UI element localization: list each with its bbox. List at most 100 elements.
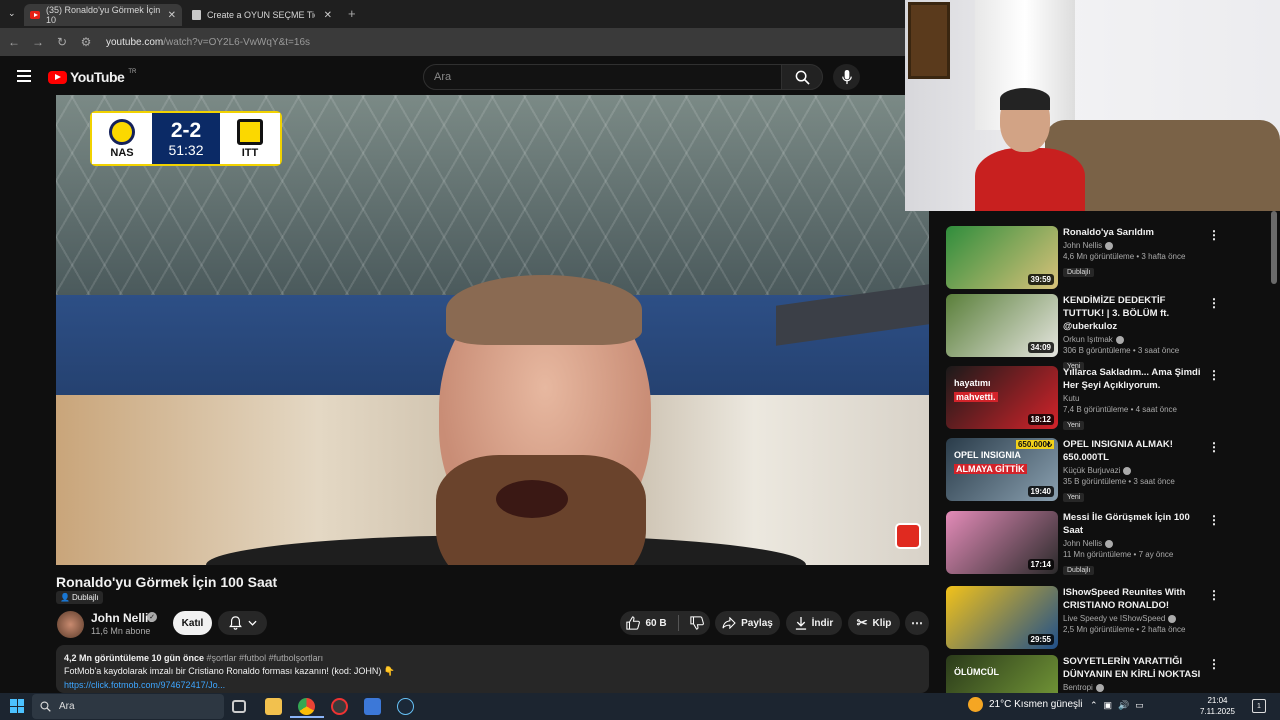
taskbar-clock[interactable]: 21:04 7.11.2025: [1200, 695, 1235, 717]
video-title: Ronaldo'yu Görmek İçin 100 Saat: [56, 574, 278, 590]
video-channel[interactable]: Bentropi: [1063, 683, 1203, 692]
video-channel[interactable]: Kutu: [1063, 394, 1203, 403]
clip-button[interactable]: ✂ Klip: [848, 611, 900, 635]
share-button[interactable]: Paylaş: [715, 611, 780, 635]
channel-watermark-icon[interactable]: [895, 523, 921, 549]
video-badge: Dublajlı: [1063, 268, 1095, 277]
network-icon[interactable]: ▣: [1104, 700, 1113, 711]
video-title[interactable]: Yıllarca Sakladım... Ama Şimdi Her Şeyi …: [1063, 366, 1203, 392]
like-button[interactable]: 60 B: [626, 616, 667, 630]
weather-text: 21°C Kısmen güneşli: [989, 699, 1083, 710]
video-description[interactable]: 4,2 Mn görüntüleme 10 gün önce #şortlar …: [56, 645, 929, 693]
bell-icon: [228, 616, 242, 630]
recommended-video[interactable]: 39:59 Ronaldo'ya Sarıldım John Nellis 4,6 M…: [946, 226, 1270, 290]
video-channel[interactable]: Küçük Burjuvazi: [1063, 466, 1203, 475]
active-app-indicator: [290, 716, 324, 718]
recommended-video[interactable]: OPEL INSIGNIA ALMAYA GİTTİK 650.000₺ 19:40 O…: [946, 438, 1270, 502]
video-thumbnail[interactable]: ÖLÜMCÜL: [946, 655, 1058, 693]
subscribe-bell-button[interactable]: [218, 611, 267, 635]
video-thumbnail[interactable]: 34:09: [946, 294, 1058, 357]
recommended-video[interactable]: 29:55 IShowSpeed Reunites With CRISTIANO …: [946, 586, 1270, 650]
battery-icon[interactable]: ▭: [1135, 700, 1144, 711]
more-vertical-icon[interactable]: ⋮: [1208, 588, 1220, 602]
weather-widget[interactable]: 21°C Kısmen güneşli: [968, 697, 1083, 712]
hamburger-menu-icon[interactable]: [17, 70, 31, 82]
video-thumbnail[interactable]: 39:59: [946, 226, 1058, 289]
close-tab-icon[interactable]: ✕: [168, 10, 176, 21]
more-vertical-icon[interactable]: ⋮: [1208, 368, 1220, 382]
verified-icon: [1168, 614, 1177, 623]
search-input[interactable]: Ara: [423, 64, 782, 90]
browser-tab-youtube[interactable]: (35) Ronaldo'yu Görmek İçin 10 ✕: [24, 4, 182, 26]
video-meta: 35 B görüntüleme • 3 saat önce: [1063, 477, 1175, 486]
channel-avatar[interactable]: [57, 611, 84, 638]
back-icon[interactable]: ←: [2, 35, 26, 49]
nas-crest-icon: [109, 118, 135, 145]
download-button[interactable]: İndir: [786, 611, 842, 635]
video-thumbnail[interactable]: OPEL INSIGNIA ALMAYA GİTTİK 650.000₺ 19:40: [946, 438, 1058, 501]
thumbnail-text: hayatımı: [954, 378, 991, 388]
thumbs-down-icon[interactable]: [689, 616, 704, 630]
new-tab-icon[interactable]: +: [348, 6, 356, 21]
video-thumbnail[interactable]: 29:55: [946, 586, 1058, 649]
task-view-icon[interactable]: [232, 700, 246, 713]
recommended-video[interactable]: ÖLÜMCÜL SOVYETLERİN YARATTIĞI DÜNYANIN EN…: [946, 655, 1270, 693]
youtube-logo[interactable]: YouTube TR: [48, 69, 136, 85]
more-vertical-icon[interactable]: ⋮: [1208, 657, 1220, 671]
channel-name[interactable]: John Nellis: [91, 611, 155, 625]
file-explorer-icon[interactable]: [265, 698, 282, 715]
close-tab-icon[interactable]: ✕: [324, 10, 332, 21]
more-vertical-icon[interactable]: ⋮: [1208, 296, 1220, 310]
video-title[interactable]: Messi İle Görüşmek İçin 100 Saat: [1063, 511, 1203, 537]
video-channel[interactable]: Orkun Işıtmak: [1063, 335, 1203, 344]
notification-icon[interactable]: 1: [1252, 699, 1266, 713]
browser-tab-tierlist[interactable]: Create a OYUN SEÇME Tier List ✕: [186, 4, 338, 26]
app-window-icon[interactable]: [364, 698, 381, 715]
video-player[interactable]: NAS 2-2 51:32 ITT: [56, 95, 929, 565]
chevron-up-icon[interactable]: ⌃: [1090, 700, 1098, 711]
description-link[interactable]: https://click.fotmob.com/974672417/Jo...: [64, 680, 921, 690]
voice-search-button[interactable]: [833, 64, 860, 90]
search-button[interactable]: [781, 64, 823, 90]
verified-icon: ✓: [147, 612, 157, 622]
recommended-video[interactable]: 17:14 Messi İle Görüşmek İçin 100 Saat Joh…: [946, 511, 1270, 575]
more-vertical-icon[interactable]: ⋮: [1208, 440, 1220, 454]
more-vertical-icon[interactable]: ⋮: [1208, 513, 1220, 527]
away-team: ITT: [220, 113, 280, 164]
forward-icon[interactable]: →: [26, 35, 50, 49]
taskbar-search[interactable]: Ara: [32, 694, 224, 719]
video-thumbnail[interactable]: 17:14: [946, 511, 1058, 574]
video-title[interactable]: Ronaldo'ya Sarıldım: [1063, 226, 1203, 239]
tab-list-chevron-icon[interactable]: ⌄: [8, 8, 16, 19]
site-info-icon[interactable]: ⚙: [74, 35, 98, 49]
sidebar-scrollbar[interactable]: [1271, 211, 1277, 284]
clock-date: 7.11.2025: [1200, 707, 1235, 716]
chrome-icon[interactable]: [298, 698, 315, 715]
video-title[interactable]: SOVYETLERİN YARATTIĞI DÜNYANIN EN KİRLİ …: [1063, 655, 1203, 681]
reload-icon[interactable]: ↻: [50, 35, 74, 49]
obs-icon[interactable]: [331, 698, 348, 715]
video-title[interactable]: OPEL INSIGNIA ALMAK! 650.000TL: [1063, 438, 1203, 464]
volume-icon[interactable]: 🔊: [1118, 700, 1129, 711]
video-info: Yıllarca Sakladım... Ama Şimdi Her Şeyi …: [1063, 366, 1203, 432]
clock-time: 21:04: [1207, 696, 1228, 705]
recommended-video[interactable]: 34:09 KENDİMİZE DEDEKTİF TUTTUK! | 3. BÖL…: [946, 294, 1270, 371]
partly-sunny-icon: [968, 697, 983, 712]
steam-icon[interactable]: [397, 698, 414, 715]
video-thumbnail[interactable]: hayatımı mahvetti. 18:12: [946, 366, 1058, 429]
video-title[interactable]: IShowSpeed Reunites With CRISTIANO RONAL…: [1063, 586, 1203, 612]
url-field[interactable]: youtube.com/watch?v=OY2L6-VwWqY&t=16s: [106, 37, 310, 48]
video-channel[interactable]: Live Speedy ve IShowSpeed: [1063, 614, 1203, 623]
recommended-video[interactable]: hayatımı mahvetti. 18:12 Yıllarca Sakladım.…: [946, 366, 1270, 430]
video-title[interactable]: KENDİMİZE DEDEKTİF TUTTUK! | 3. BÖLÜM ft…: [1063, 294, 1203, 333]
video-channel[interactable]: John Nellis: [1063, 539, 1203, 548]
join-button[interactable]: Katıl: [173, 611, 212, 635]
hashtags[interactable]: #şortlar #futbol #futbolşortları: [207, 653, 324, 663]
subscriber-count: 11,6 Mn abone: [91, 626, 151, 636]
more-actions-button[interactable]: ⋯: [905, 611, 929, 635]
windows-start-icon[interactable]: [10, 699, 24, 713]
youtube-favicon-icon: [30, 11, 41, 19]
home-team-code: NAS: [110, 146, 134, 159]
video-channel[interactable]: John Nellis: [1063, 241, 1203, 250]
more-vertical-icon[interactable]: ⋮: [1208, 228, 1220, 242]
